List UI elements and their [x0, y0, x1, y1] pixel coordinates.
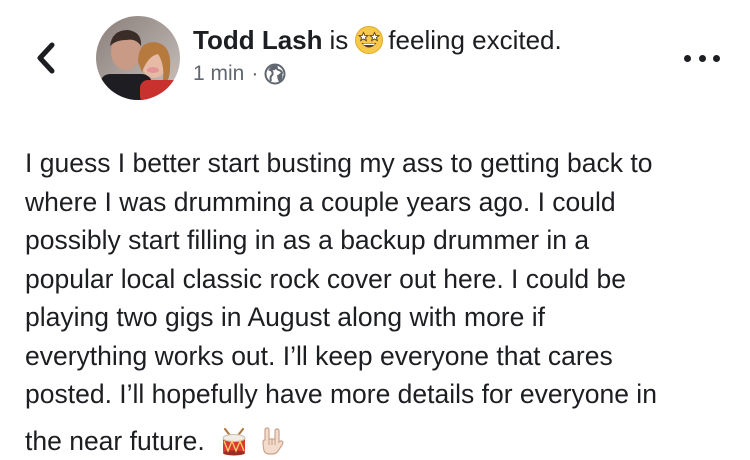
post-meta: Todd Lash is feeling excited. 1 min · — [193, 22, 663, 88]
separator-dot: · — [251, 60, 258, 88]
post-body: I guess I better start busting my ass to… — [25, 144, 725, 460]
post-text-line: playing two gigs in August along with mo… — [25, 298, 725, 337]
more-options-icon — [684, 55, 691, 62]
post-text-line: the near future. — [25, 422, 205, 460]
globe-icon[interactable] — [264, 63, 286, 85]
timestamp[interactable]: 1 min — [193, 60, 244, 88]
post-subline: 1 min · — [193, 60, 663, 88]
post-text-line: where I was drumming a couple years ago.… — [25, 183, 725, 222]
post-text-line: popular local classic rock cover out her… — [25, 260, 725, 299]
post-text-line: possibly start filling in as a backup dr… — [25, 221, 725, 260]
avatar[interactable] — [96, 16, 180, 100]
title-connector: is — [330, 22, 349, 58]
back-button[interactable] — [28, 38, 64, 78]
more-options-icon-dot — [713, 55, 720, 62]
post-text-line: everything works out. I’ll keep everyone… — [25, 337, 725, 376]
avatar-photo — [96, 16, 180, 100]
post-text-line: I guess I better start busting my ass to… — [25, 144, 725, 183]
post-text-last-line: the near future. — [25, 422, 725, 460]
post-header: Todd Lash is feeling excited. 1 min · — [0, 0, 750, 110]
more-options-icon-dot — [699, 55, 706, 62]
rock-on-hand-emoji-icon — [257, 426, 287, 456]
more-options-button[interactable] — [684, 48, 720, 68]
star-struck-emoji-icon — [354, 25, 384, 55]
post-title: Todd Lash is feeling excited. — [193, 22, 663, 58]
chevron-left-icon — [35, 40, 57, 76]
drum-emoji-icon — [219, 426, 249, 456]
feeling-text: feeling excited. — [388, 22, 561, 58]
author-name[interactable]: Todd Lash — [193, 22, 323, 58]
post-text: I guess I better start busting my ass to… — [25, 144, 725, 460]
post-text-line: posted. I’ll hopefully have more details… — [25, 375, 725, 414]
